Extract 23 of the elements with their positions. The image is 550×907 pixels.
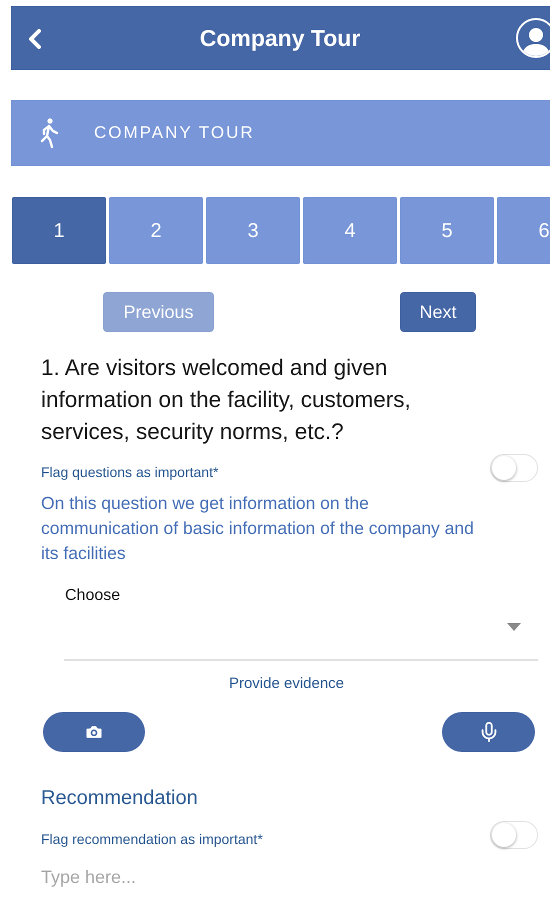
- choose-select[interactable]: Choose: [64, 580, 538, 661]
- walking-person-icon: [39, 117, 61, 149]
- camera-button[interactable]: [43, 712, 145, 752]
- toggle-switch[interactable]: [490, 454, 538, 482]
- flag-label: Flag questions as important*: [41, 463, 218, 482]
- step-tab[interactable]: 4: [303, 197, 397, 264]
- toggle-switch[interactable]: [490, 821, 538, 849]
- step-tab[interactable]: 6: [497, 197, 550, 264]
- step-tab[interactable]: 5: [400, 197, 494, 264]
- dropdown-caret-icon: [507, 623, 521, 631]
- step-tab[interactable]: 2: [109, 197, 203, 264]
- next-button[interactable]: Next: [400, 292, 476, 332]
- step-tab[interactable]: 3: [206, 197, 300, 264]
- flag-label: Flag recommendation as important*: [41, 830, 263, 849]
- microphone-button[interactable]: [442, 712, 535, 752]
- page-title: Company Tour: [200, 24, 360, 53]
- avatar-icon[interactable]: [516, 18, 550, 58]
- step-tab[interactable]: 1: [12, 197, 106, 264]
- evidence-label: Provide evidence: [228, 674, 344, 694]
- recommendation-title: Recommendation: [41, 786, 199, 810]
- question-description: On this question we get information on the communication of basic information of the company and its facilities: [41, 492, 475, 565]
- section-title: COMPANY TOUR: [94, 122, 255, 144]
- question-text: 1. Are visitors welcomed and given information on the facility, customers, services, security norms, etc.?: [41, 354, 412, 446]
